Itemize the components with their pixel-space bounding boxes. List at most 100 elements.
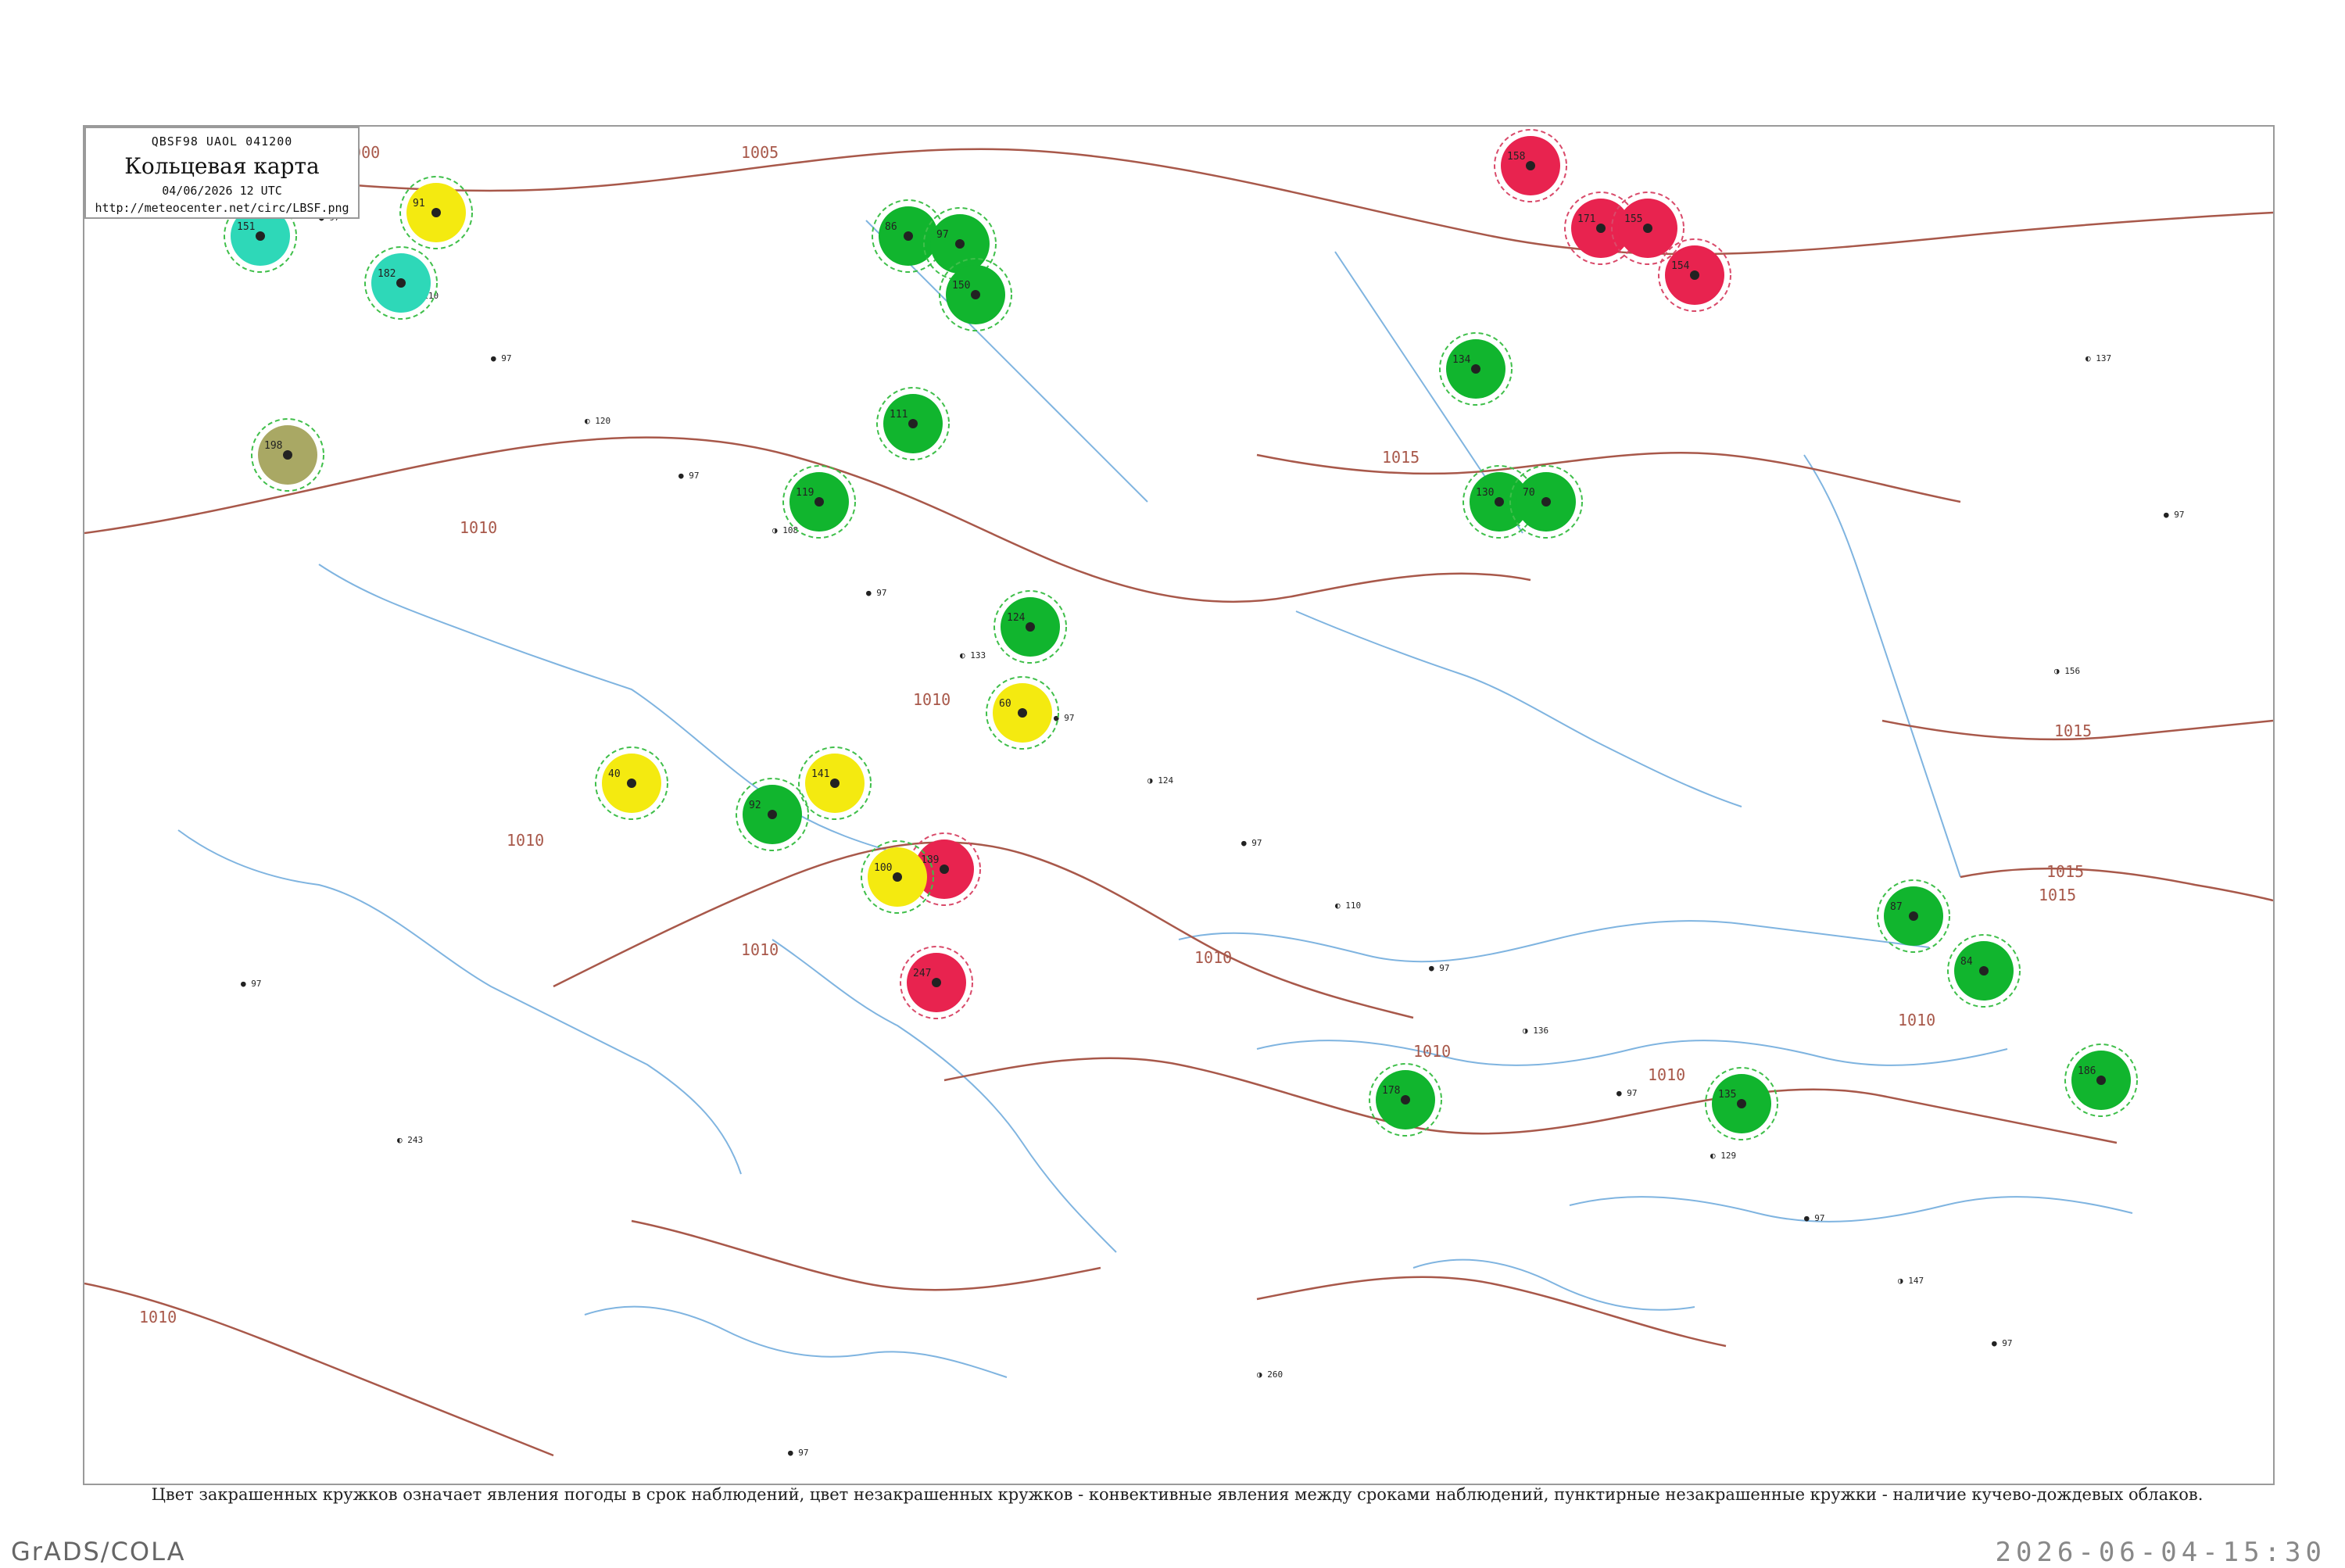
station-dot <box>1495 497 1504 507</box>
map-title: Кольцевая карта <box>124 153 320 179</box>
generated-timestamp: 2026-06-04-15:30 <box>1995 1537 2326 1568</box>
station-fog[interactable]: 100 <box>861 840 934 914</box>
station-value: 247 <box>913 968 931 979</box>
station-thunderstorm[interactable]: 158 <box>1494 129 1567 202</box>
station-fog[interactable]: 40 <box>595 746 668 820</box>
station-value: 135 <box>1718 1089 1736 1101</box>
station-mark: ◑ 108 <box>772 525 798 535</box>
station-fog[interactable]: 141 <box>798 746 872 820</box>
isobar-label: 1010 <box>1413 1042 1451 1061</box>
station-rain[interactable]: 87 <box>1877 879 1950 953</box>
isobars <box>84 148 2273 1457</box>
station-dot <box>1690 270 1699 280</box>
station-dot <box>955 239 965 249</box>
station-dot <box>283 450 292 460</box>
station-dot <box>2096 1076 2106 1085</box>
isobar-line <box>1256 452 1961 503</box>
station-value: 70 <box>1523 487 1535 499</box>
station-dot <box>971 290 980 299</box>
station-value: 178 <box>1382 1085 1400 1097</box>
station-dot <box>431 208 441 217</box>
isobar-label: 1015 <box>2054 721 2092 740</box>
coastline <box>1412 1258 1695 1311</box>
map-url[interactable]: http://meteocenter.net/circ/LBSF.png <box>86 201 358 215</box>
station-value: 97 <box>936 229 949 241</box>
station-rain[interactable]: 186 <box>2064 1044 2138 1117</box>
station-dot <box>1401 1095 1410 1104</box>
station-dot <box>256 231 265 241</box>
isobar-label: 1015 <box>2046 862 2084 881</box>
coastline <box>1803 454 1961 878</box>
station-dot <box>1541 497 1551 507</box>
station-value: 60 <box>999 698 1011 710</box>
software-credit: GrADS/COLA <box>11 1537 186 1566</box>
map-legend: QBSF98 UAOL 041200 Кольцевая карта 04/06… <box>84 127 360 219</box>
station-value: 130 <box>1476 487 1494 499</box>
coastline <box>1295 610 1742 807</box>
station-thunderstorm[interactable]: 154 <box>1658 238 1731 312</box>
station-mark: ● 97 <box>866 588 887 598</box>
station-fog[interactable]: 60 <box>986 676 1059 750</box>
isobar-label: 1010 <box>741 940 779 959</box>
station-mark: ● 97 <box>1429 963 1450 973</box>
station-value: 154 <box>1671 260 1690 272</box>
station-rain[interactable]: 70 <box>1509 465 1583 539</box>
station-value: 141 <box>811 768 829 780</box>
station-rain[interactable]: 84 <box>1947 934 2021 1008</box>
station-rain[interactable]: 135 <box>1705 1067 1778 1140</box>
station-value: 119 <box>796 487 814 499</box>
station-value: 186 <box>2078 1065 2096 1077</box>
station-mark: ◐ 137 <box>2085 353 2111 363</box>
station-value: 150 <box>952 280 970 292</box>
station-thunderstorm[interactable]: 247 <box>900 946 973 1019</box>
station-rain[interactable]: 92 <box>736 778 809 851</box>
coastline <box>318 564 929 862</box>
station-mark: ● 97 <box>1241 838 1262 848</box>
station-value: 198 <box>264 440 282 452</box>
station-dot <box>932 978 941 987</box>
station-mark: ◑ 260 <box>1257 1369 1283 1380</box>
isobar-label: 1005 <box>741 143 779 162</box>
station-rain[interactable]: 134 <box>1439 332 1513 406</box>
station-value: 100 <box>874 862 892 874</box>
station-fog[interactable]: 91 <box>399 176 473 249</box>
station-mark: ● 97 <box>2164 510 2185 520</box>
isobar-line <box>1960 867 2273 902</box>
isobar-label: 1010 <box>460 518 497 537</box>
station-dot <box>396 278 406 288</box>
station-rain[interactable]: 111 <box>876 387 950 460</box>
isobar-label: 1010 <box>913 690 951 709</box>
isobar-line <box>1256 1276 1727 1348</box>
station-dot <box>1909 911 1918 921</box>
station-dot <box>1526 161 1535 170</box>
station-value: 158 <box>1507 151 1525 163</box>
station-value: 111 <box>890 409 908 421</box>
isobar-label: 1015 <box>2039 886 2076 904</box>
station-value: 40 <box>608 768 621 780</box>
station-rain[interactable]: 124 <box>993 590 1067 664</box>
station-dot <box>908 419 918 428</box>
station-mark: ● 97 <box>241 979 262 989</box>
isobar-label: 1015 <box>1382 448 1420 467</box>
station-dot <box>814 497 824 507</box>
station-mark: ◐ 243 <box>397 1135 423 1145</box>
map-canvas: ● 97 ◑ 110 ● 97 ◐ 120 ● 97 ◑ 108 ● 97 ◐ … <box>84 129 2273 1458</box>
station-rain[interactable]: 150 <box>939 258 1012 331</box>
station-mark: ◑ 124 <box>1147 775 1173 786</box>
station-dot <box>1979 966 1989 976</box>
station-dot <box>627 779 636 788</box>
station-dust[interactable]: 198 <box>251 418 324 492</box>
station-mark: ◑ 136 <box>1523 1026 1548 1036</box>
synoptic-map: ● 97 ◑ 110 ● 97 ◐ 120 ● 97 ◑ 108 ● 97 ◐ … <box>83 125 2275 1485</box>
station-dot <box>940 865 949 874</box>
station-dot <box>893 872 902 882</box>
station-value: 151 <box>237 221 255 233</box>
station-haze[interactable]: 182 <box>364 246 438 320</box>
isobar-label: 1010 <box>139 1308 177 1326</box>
isobar-labels: 1000 100510101010101010101010101010101010… <box>139 143 2092 1326</box>
isobar-label: 1010 <box>507 831 544 850</box>
station-rain[interactable]: 178 <box>1369 1063 1442 1137</box>
isobar-label: 1010 <box>1194 948 1232 967</box>
station-value: 182 <box>378 268 396 280</box>
weather-stations: 86 97 150 111 119 92 124 134 130 70 87 135 178 186 84 1… <box>224 129 2138 1140</box>
